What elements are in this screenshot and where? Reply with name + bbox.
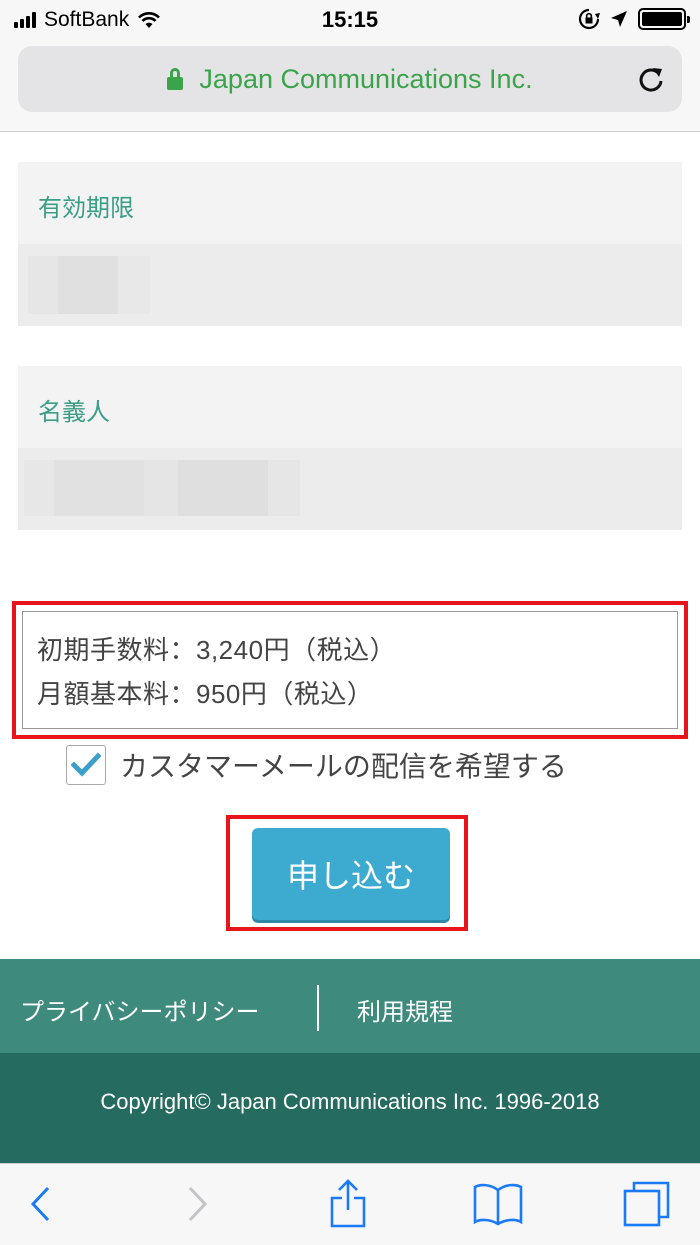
tabs-icon[interactable] [622, 1180, 672, 1228]
back-icon[interactable] [28, 1184, 52, 1224]
fee-highlight: 初期手数料：3,240円（税込） 月額基本料：950円（税込） [12, 601, 688, 739]
footer-links: プライバシーポリシー 利用規程 [0, 959, 700, 1053]
monthly-fee: 月額基本料：950円（税込） [37, 679, 374, 709]
holder-label: 名義人 [18, 366, 682, 448]
newsletter-label[interactable]: カスタマーメールの配信を希望する [120, 745, 567, 785]
check-icon [71, 752, 101, 777]
status-bar: SoftBank 15:15 [0, 0, 700, 40]
lock-icon [167, 68, 184, 90]
browser-address-area: Japan Communications Inc. [0, 40, 700, 132]
site-title: Japan Communications Inc. [199, 64, 533, 94]
fee-summary: 初期手数料：3,240円（税込） 月額基本料：950円（税込） [22, 611, 678, 729]
address-text[interactable]: Japan Communications Inc. [18, 64, 682, 95]
holder-value-redacted [18, 448, 682, 530]
privacy-policy-link[interactable]: プライバシーポリシー [20, 992, 260, 1027]
newsletter-checkbox[interactable] [66, 745, 106, 785]
battery-icon [638, 8, 690, 30]
browser-toolbar [0, 1163, 700, 1245]
holder-field: 名義人 [18, 366, 682, 530]
submit-highlight: 申し込む [226, 815, 468, 931]
rotation-lock-icon [578, 8, 600, 30]
bookmarks-icon[interactable] [472, 1182, 524, 1226]
expiry-label: 有効期限 [18, 162, 682, 244]
status-right [578, 8, 690, 30]
expiry-value-redacted [18, 244, 682, 326]
address-bar[interactable]: Japan Communications Inc. [18, 46, 682, 112]
terms-link[interactable]: 利用規程 [357, 992, 453, 1027]
reload-icon[interactable] [636, 64, 666, 94]
expiry-field: 有効期限 [18, 162, 682, 326]
copyright: Copyright© Japan Communications Inc. 199… [0, 1053, 700, 1163]
forward-icon[interactable] [186, 1184, 210, 1224]
newsletter-option[interactable]: カスタマーメールの配信を希望する [66, 745, 567, 785]
initial-fee: 初期手数料：3,240円（税込） [37, 635, 397, 665]
share-icon[interactable] [328, 1178, 368, 1228]
location-icon [611, 11, 627, 27]
submit-button[interactable]: 申し込む [252, 828, 450, 920]
footer-divider [317, 985, 319, 1031]
